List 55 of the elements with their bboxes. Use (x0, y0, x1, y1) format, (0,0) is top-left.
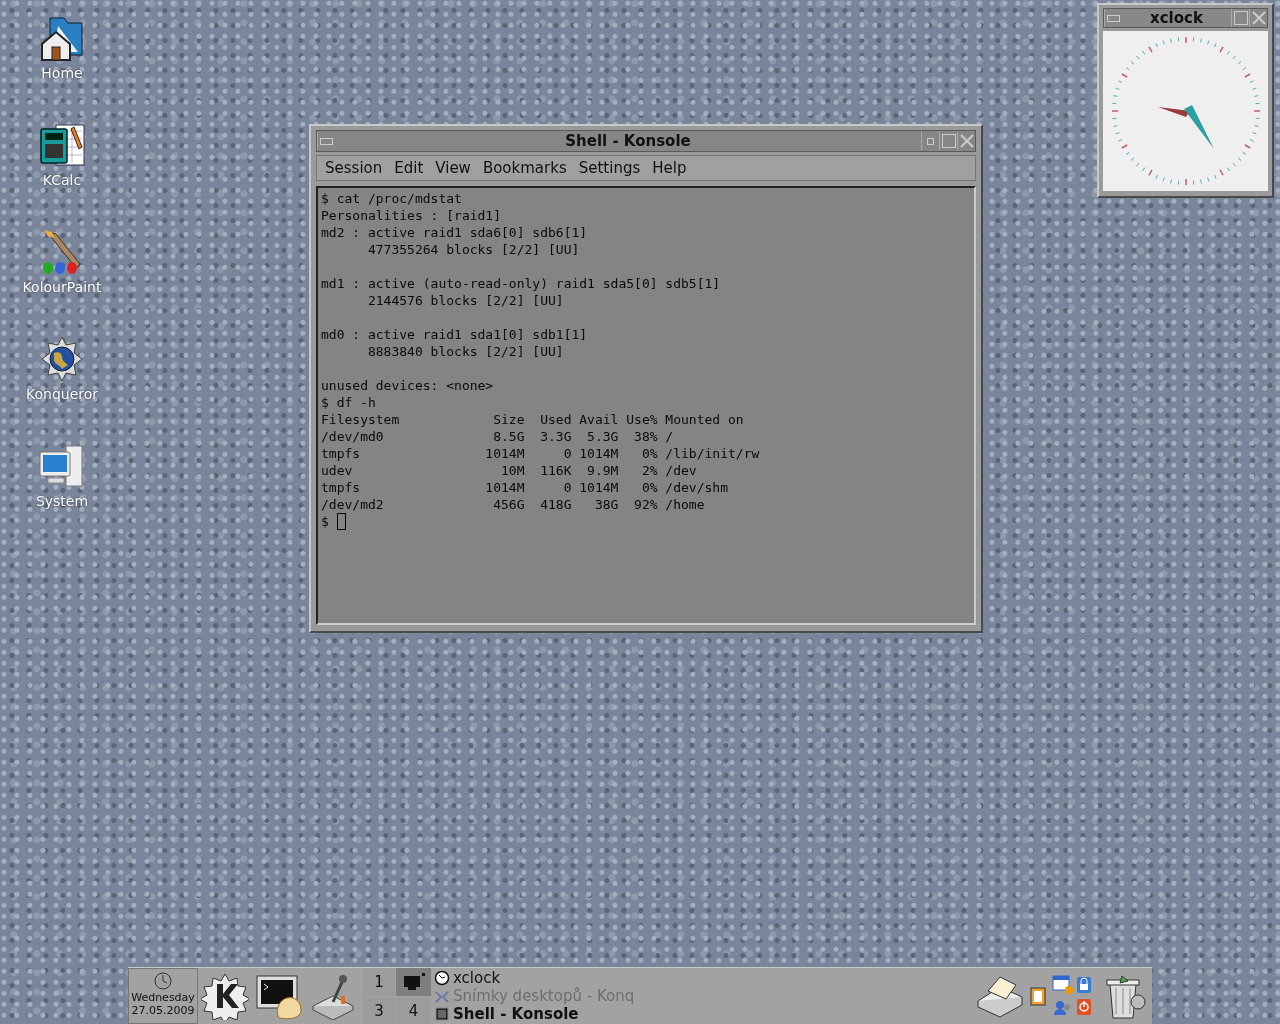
menu-item[interactable]: Bookmarks (482, 159, 567, 177)
terminal-line: md2 : active raid1 sda6[0] sdb6[1] (321, 224, 589, 241)
terminal-line: Personalities : [raid1] (321, 207, 502, 224)
calendar-icon[interactable] (1052, 975, 1074, 995)
icon-label[interactable]: Konqueror (25, 386, 99, 402)
terminal-line: udev 10M 116K 9.9M 2% /dev (321, 462, 698, 479)
menu-item[interactable]: Help (652, 159, 687, 177)
terminal-icon (434, 1006, 450, 1022)
menu-item[interactable]: View (435, 159, 471, 177)
desktop-pager-cell[interactable]: 1 (363, 967, 395, 996)
clock-date: 27.05.2009 (131, 1004, 195, 1017)
terminal-line: /dev/md0 8.5G 3.3G 5.3G 38% / (321, 428, 675, 445)
clock-day: Wednesday (131, 991, 195, 1004)
terminal-area[interactable] (316, 186, 976, 625)
power-icon[interactable] (1076, 998, 1092, 1016)
icon-label[interactable]: KolourPaint (22, 279, 102, 295)
terminal-line: $ df -h (321, 394, 377, 411)
monitor-icon (401, 972, 426, 991)
terminal-line: 477355264 blocks [2/2] [UU] (366, 241, 581, 258)
taskbar-task[interactable]: Shell - Konsole (434, 1005, 764, 1023)
icon-label[interactable]: KCalc (42, 172, 82, 188)
menu-item[interactable]: Edit (394, 159, 424, 177)
clock-icon (153, 971, 173, 991)
window-title: Shell - Konsole (564, 132, 692, 150)
clipboard-icon[interactable] (1030, 986, 1046, 1006)
terminal-line: tmpfs 1014M 0 1014M 0% /lib/init/rw (321, 445, 761, 462)
clock-icon (434, 970, 450, 986)
terminal-line: $ (321, 513, 329, 530)
taskbar-task[interactable]: xclock (434, 969, 764, 987)
terminal-line: Filesystem Size Used Avail Use% Mounted on (321, 411, 745, 428)
terminal-line: 8883840 blocks [2/2] [UU] (366, 343, 565, 360)
lock-icon[interactable] (1076, 976, 1092, 994)
menu-item[interactable]: Session (325, 159, 383, 177)
terminal-line: $ cat /proc/mdstat (321, 190, 463, 207)
terminal-line: tmpfs 1014M 0 1014M 0% /dev/shm (321, 479, 729, 496)
terminal-line: 2144576 blocks [2/2] [UU] (366, 292, 565, 309)
menu-item[interactable]: Settings (578, 159, 641, 177)
window-title: xclock (1149, 9, 1204, 27)
house-folder-icon[interactable] (38, 14, 86, 62)
computer-icon[interactable] (38, 442, 86, 490)
calculator-icon[interactable] (38, 121, 86, 169)
desktop-pager-cell[interactable]: 4 (396, 996, 431, 1024)
joystick-icon[interactable] (309, 972, 357, 1020)
text-cursor (336, 513, 346, 530)
terminal-line: /dev/md2 456G 418G 38G 92% /home (321, 496, 706, 513)
terminal-line: md0 : active raid1 sda1[0] sdb1[1] (321, 326, 589, 343)
gear-k-icon[interactable] (201, 972, 249, 1020)
icon-label[interactable]: System (35, 493, 89, 509)
terminal-line: unused devices: <none> (321, 377, 495, 394)
terminal-line: md1 : active (auto-read-only) raid1 sda5[0] sdb5[1] (321, 275, 722, 292)
desktop-pager-cell[interactable]: 3 (363, 996, 395, 1024)
terminal-shell-icon[interactable] (255, 972, 303, 1020)
desktop-pager-cell[interactable] (396, 967, 431, 996)
icon-label[interactable]: Home (41, 65, 83, 81)
taskbar-clock[interactable]: Wednesday 27.05.2009 (128, 968, 198, 1024)
